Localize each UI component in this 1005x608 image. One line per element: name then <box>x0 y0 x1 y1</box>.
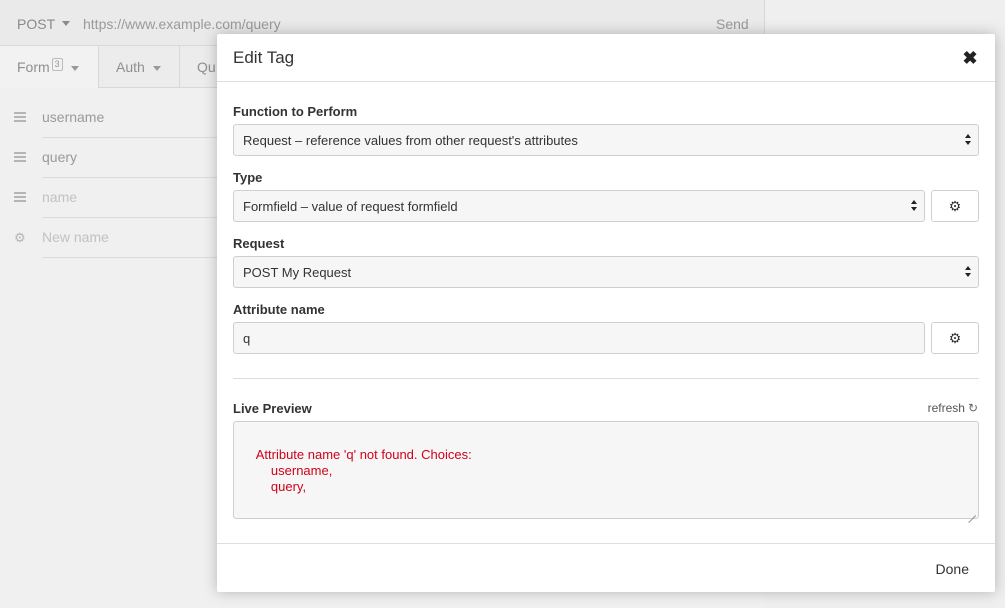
request-select-value: POST My Request <box>243 265 352 280</box>
type-select[interactable]: Formfield – value of request formfield <box>233 190 925 222</box>
tab-query-label: Qu <box>197 59 216 75</box>
param-name-field[interactable]: query <box>42 138 222 178</box>
done-button[interactable]: Done <box>936 561 969 577</box>
url-input[interactable]: https://www.example.com/query <box>83 16 281 32</box>
new-param-name-field[interactable]: New name <box>42 218 222 258</box>
drag-handle-icon[interactable] <box>14 112 26 122</box>
select-arrows-icon <box>965 134 973 148</box>
modal-header: Edit Tag ✖ <box>217 34 995 82</box>
function-label: Function to Perform <box>233 104 358 119</box>
refresh-icon: ↻ <box>967 401 978 415</box>
gear-icon: ⚙ <box>948 198 962 214</box>
request-select[interactable]: POST My Request <box>233 256 979 288</box>
tab-form-badge: 3 <box>51 58 63 71</box>
chevron-down-icon <box>62 21 70 26</box>
modal-title: Edit Tag <box>233 48 295 67</box>
resize-grip-icon[interactable] <box>968 508 976 524</box>
drag-handle-icon[interactable] <box>14 192 26 202</box>
refresh-button[interactable]: refresh ↻ <box>928 401 978 415</box>
chevron-down-icon <box>152 65 161 71</box>
attribute-settings-button[interactable]: ⚙ <box>931 322 979 354</box>
attribute-name-input[interactable]: q <box>233 322 925 354</box>
modal-footer: Done <box>217 543 995 592</box>
function-select[interactable]: Request – reference values from other re… <box>233 124 979 156</box>
attribute-label: Attribute name <box>233 302 325 317</box>
function-select-value: Request – reference values from other re… <box>243 133 578 148</box>
gear-icon[interactable]: ⚙ <box>14 230 26 246</box>
live-preview-textarea[interactable]: Attribute name 'q' not found. Choices: u… <box>233 421 979 524</box>
gear-icon: ⚙ <box>948 330 962 346</box>
live-preview-text: Attribute name 'q' not found. Choices: u… <box>255 447 472 494</box>
tab-form-label: Form <box>17 59 50 75</box>
edit-tag-modal: Edit Tag ✖ Function to Perform Request –… <box>217 34 995 592</box>
param-name-field[interactable]: name <box>42 178 222 218</box>
type-label: Type <box>233 170 263 185</box>
param-name-field[interactable]: username <box>42 98 222 138</box>
divider <box>233 378 979 379</box>
method-dropdown[interactable]: POST <box>17 16 55 32</box>
chevron-down-icon <box>70 65 79 71</box>
type-select-value: Formfield – value of request formfield <box>243 199 458 214</box>
close-icon[interactable]: ✖ <box>961 47 979 69</box>
select-arrows-icon <box>911 200 919 214</box>
tab-auth-label: Auth <box>116 59 145 75</box>
live-preview-label: Live Preview <box>233 401 312 416</box>
refresh-label: refresh <box>927 401 965 415</box>
tab-form[interactable]: Form 3 <box>0 46 99 88</box>
request-label: Request <box>233 236 285 251</box>
tab-auth[interactable]: Auth <box>100 46 180 88</box>
select-arrows-icon <box>965 266 973 280</box>
type-settings-button[interactable]: ⚙ <box>931 190 979 222</box>
send-button[interactable]: Send <box>716 16 749 32</box>
drag-handle-icon[interactable] <box>14 152 26 162</box>
